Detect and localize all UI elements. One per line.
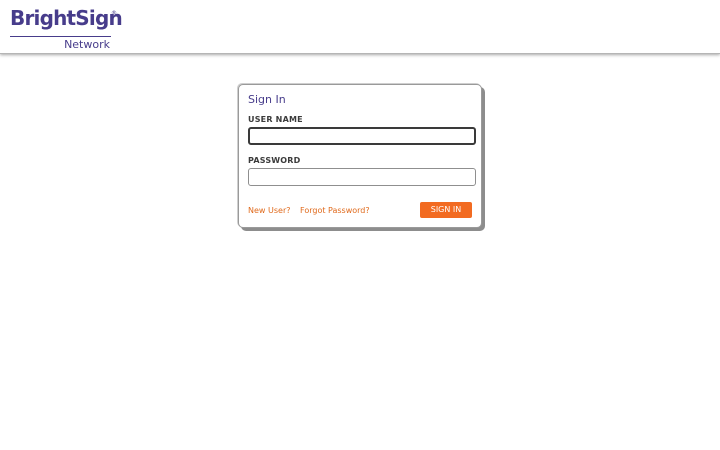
forgot-password-link[interactable]: Forgot Password? [300, 206, 370, 215]
password-label: PASSWORD [248, 156, 301, 165]
logo-sub-text: Network [64, 38, 110, 51]
password-input[interactable] [248, 168, 476, 186]
username-input[interactable] [248, 127, 476, 145]
logo-brand-text: BrightSign [10, 6, 123, 30]
sign-in-panel: Sign In USER NAME PASSWORD New User? For… [238, 84, 482, 228]
sign-in-title: Sign In [248, 93, 286, 106]
top-header: BrightSign ® Network [0, 0, 720, 53]
logo-registered-mark: ® [111, 10, 117, 17]
brightsign-network-logo[interactable]: BrightSign ® Network [10, 6, 123, 51]
sign-in-button[interactable]: SIGN IN [420, 202, 472, 218]
username-label: USER NAME [248, 115, 303, 124]
logo-divider [10, 36, 111, 37]
new-user-link[interactable]: New User? [248, 206, 290, 215]
